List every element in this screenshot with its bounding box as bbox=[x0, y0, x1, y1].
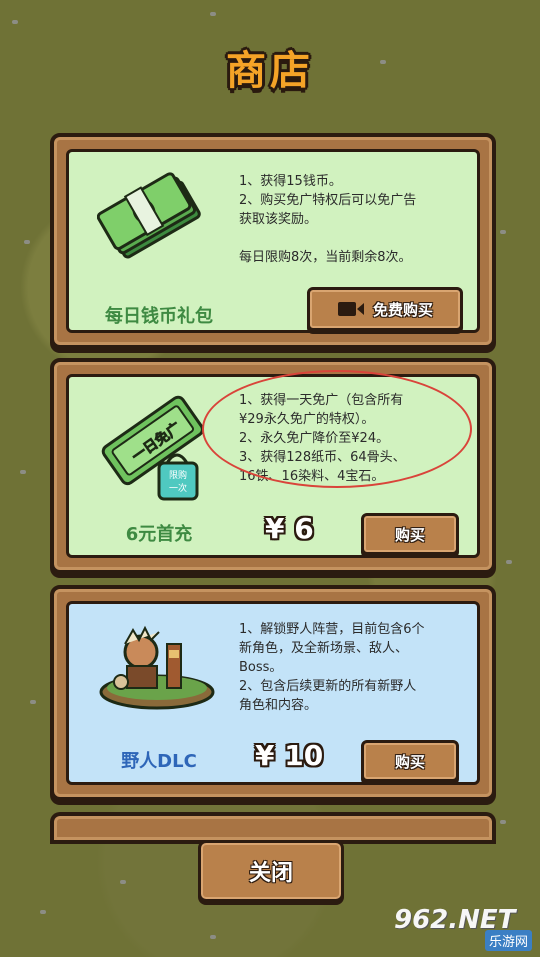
video-camera-icon bbox=[337, 302, 364, 316]
cash-stack-icon bbox=[97, 172, 201, 259]
bag-text-line2: 一次 bbox=[169, 482, 187, 494]
annotation-circle bbox=[202, 370, 472, 488]
buy-button[interactable]: 购买 bbox=[361, 740, 459, 782]
close-button[interactable]: 关闭 bbox=[198, 840, 344, 902]
free-buy-button[interactable]: 免费购买 bbox=[307, 287, 463, 331]
pack-description: 1、解锁野人阵营，目前包含6个 新角色，及全新场景、敌人、 Boss。 2、包含… bbox=[239, 622, 425, 713]
pack-description: 1、获得15钱币。 2、购买免广特权后可以免广告 获取该奖励。 每日限购8次，当… bbox=[239, 174, 417, 265]
shop-card-savage-dlc: 1、解锁野人阵营，目前包含6个 新角色，及全新场景、敌人、 Boss。 2、包含… bbox=[50, 585, 496, 801]
pack-price: ¥ 6 bbox=[265, 512, 314, 545]
watermark-subtitle: 乐游网 bbox=[484, 930, 532, 951]
buy-button[interactable]: 购买 bbox=[361, 513, 459, 555]
card-panel: 1、获得15钱币。 2、购买免广特权后可以免广告 获取该奖励。 每日限购8次，当… bbox=[66, 149, 480, 333]
shop-card-daily-coins: 1、获得15钱币。 2、购买免广特权后可以免广告 获取该奖励。 每日限购8次，当… bbox=[50, 133, 496, 349]
buy-label: 购买 bbox=[394, 525, 425, 544]
bag-text-line1: 限购 bbox=[169, 469, 187, 481]
savage-camp-icon bbox=[99, 625, 215, 710]
buy-label: 购买 bbox=[394, 752, 425, 771]
page-title: 商店 bbox=[226, 48, 314, 94]
pack-price: ¥ 10 bbox=[255, 739, 324, 772]
pack-name: 6元首充 bbox=[125, 524, 193, 545]
pack-name: 野人DLC bbox=[121, 751, 197, 772]
close-label: 关闭 bbox=[248, 861, 293, 886]
site-watermark: 962.NET 乐游网 bbox=[394, 905, 534, 951]
shop-card-partial bbox=[50, 812, 496, 840]
free-buy-label: 免费购买 bbox=[372, 300, 433, 319]
pack-name: 每日钱币礼包 bbox=[105, 306, 213, 327]
card-panel: 1、解锁野人阵营，目前包含6个 新角色，及全新场景、敌人、 Boss。 2、包含… bbox=[66, 601, 480, 785]
ad-free-ticket-icon: 一日免广 限购 一次 bbox=[101, 395, 204, 501]
